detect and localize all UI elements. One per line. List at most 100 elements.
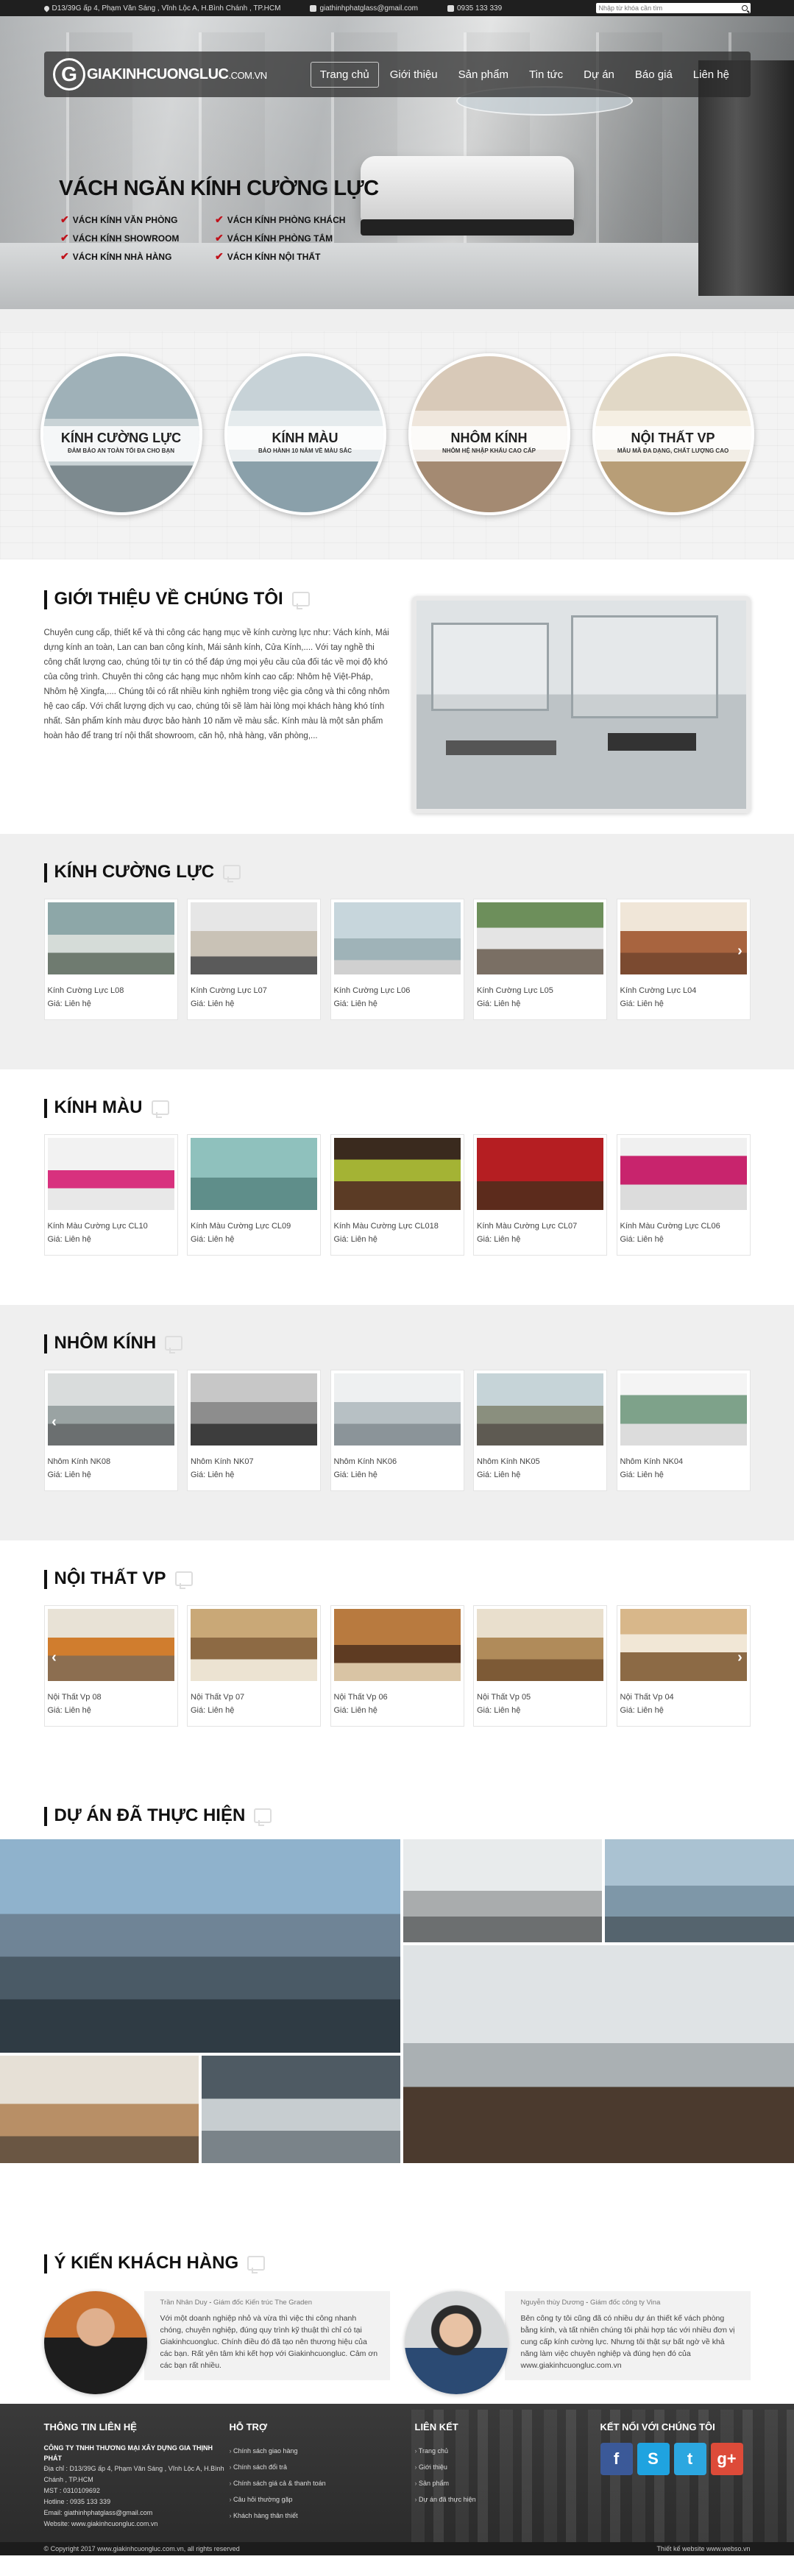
product-name[interactable]: Nội Thất Vp 05 (477, 1693, 606, 1702)
nav-projects[interactable]: Dự án (574, 62, 624, 88)
project-image[interactable] (202, 2056, 400, 2163)
product-image[interactable] (620, 1609, 747, 1681)
product-name[interactable]: Nội Thất Vp 04 (620, 1693, 750, 1702)
product-image[interactable] (47, 1609, 174, 1681)
product-name[interactable]: Kính Màu Cường Lực CL10 (48, 1222, 177, 1231)
product-card[interactable]: Nội Thất Vp 04 Giá: Liên hệ (616, 1605, 751, 1727)
product-name[interactable]: Kính Cường Lực L05 (477, 986, 606, 995)
footer-link[interactable]: Giới thiệu (415, 2459, 600, 2475)
google-plus-icon[interactable]: g+ (710, 2443, 743, 2475)
product-card[interactable]: Nhôm Kính NK04 Giá: Liên hệ (616, 1370, 751, 1491)
credit-link[interactable]: Thiết kế website www.webso.vn (656, 2545, 750, 2552)
product-card[interactable]: Kính Màu Cường Lực CL09 Giá: Liên hệ (187, 1134, 321, 1256)
project-image[interactable] (0, 1839, 400, 2053)
twitter-icon[interactable]: t (673, 2443, 706, 2475)
product-card[interactable]: Kính Cường Lực L06 Giá: Liên hệ (330, 899, 464, 1020)
product-image[interactable] (333, 1138, 461, 1210)
product-image[interactable] (333, 1373, 461, 1446)
footer-link[interactable]: Sản phẩm (415, 2475, 600, 2491)
product-card[interactable]: Nhôm Kính NK05 Giá: Liên hệ (473, 1370, 607, 1491)
product-name[interactable]: Nhôm Kính NK06 (334, 1457, 464, 1466)
product-card[interactable]: Kính Màu Cường Lực CL07 Giá: Liên hệ (473, 1134, 607, 1256)
product-image[interactable] (191, 902, 317, 974)
carousel-prev-icon[interactable]: ‹ (47, 1412, 62, 1432)
product-card[interactable]: Nhôm Kính NK07 Giá: Liên hệ (187, 1370, 321, 1491)
product-name[interactable]: Kính Màu Cường Lực CL09 (191, 1222, 320, 1231)
site-logo[interactable]: G GIAKINHCUONGLUC.COM.VN (53, 58, 267, 91)
phone-text[interactable]: 0935 133 339 (457, 4, 502, 13)
footer-hotline[interactable]: Hotline : 0935 133 339 (44, 2497, 230, 2508)
product-image[interactable] (47, 1373, 174, 1446)
product-card[interactable]: Nhôm Kính NK08 Giá: Liên hệ (43, 1370, 178, 1491)
product-image[interactable] (477, 1138, 603, 1210)
product-name[interactable]: Nội Thất Vp 08 (48, 1693, 177, 1702)
footer-website[interactable]: Website: www.giakinhcuongluc.com.vn (44, 2519, 230, 2530)
nav-about[interactable]: Giới thiệu (380, 62, 447, 88)
carousel-next-icon[interactable]: › (733, 941, 748, 960)
category-nhom-kinh[interactable]: NHÔM KÍNH NHÔM HỆ NHẬP KHẨU CAO CẤP (408, 353, 570, 515)
product-name[interactable]: Kính Cường Lực L07 (191, 986, 320, 995)
product-name[interactable]: Nội Thất Vp 07 (191, 1693, 320, 1702)
category-kinh-mau[interactable]: KÍNH MÀU BẢO HÀNH 10 NĂM VỀ MÀU SẮC (224, 353, 386, 515)
email-info[interactable]: giathinhphatglass@gmail.com (310, 4, 418, 13)
project-image[interactable] (0, 2056, 199, 2163)
nav-pricing[interactable]: Báo giá (625, 62, 682, 88)
nav-contact[interactable]: Liên hệ (684, 62, 739, 88)
product-name[interactable]: Kính Màu Cường Lực CL018 (334, 1222, 464, 1231)
project-image[interactable] (403, 1945, 794, 2163)
product-image[interactable] (477, 1373, 603, 1446)
product-card[interactable]: Kính Màu Cường Lực CL06 Giá: Liên hệ (616, 1134, 751, 1256)
product-image[interactable] (191, 1609, 317, 1681)
product-name[interactable]: Nhôm Kính NK07 (191, 1457, 320, 1466)
product-name[interactable]: Nội Thất Vp 06 (334, 1693, 464, 1702)
product-card[interactable]: Nội Thất Vp 07 Giá: Liên hệ (187, 1605, 321, 1727)
nav-products[interactable]: Sản phẩm (449, 62, 518, 88)
product-image[interactable] (191, 1373, 317, 1446)
product-image[interactable] (333, 902, 461, 974)
product-name[interactable]: Kính Cường Lực L06 (334, 986, 464, 995)
product-image[interactable] (191, 1138, 317, 1210)
footer-email[interactable]: Email: giathinhphatglass@gmail.com (44, 2508, 230, 2519)
product-image[interactable] (333, 1609, 461, 1681)
product-name[interactable]: Kính Cường Lực L08 (48, 986, 177, 995)
product-card[interactable]: Kính Cường Lực L05 Giá: Liên hệ (473, 899, 607, 1020)
product-image[interactable] (620, 1373, 747, 1446)
footer-link[interactable]: Trang chủ (415, 2443, 600, 2459)
product-name[interactable]: Nhôm Kính NK08 (48, 1457, 177, 1466)
product-card[interactable]: Kính Màu Cường Lực CL018 Giá: Liên hệ (330, 1134, 464, 1256)
skype-icon[interactable]: S (637, 2443, 670, 2475)
product-card[interactable]: Nội Thất Vp 05 Giá: Liên hệ (473, 1605, 607, 1727)
carousel-next-icon[interactable]: › (733, 1648, 748, 1667)
footer-link[interactable]: Chính sách đổi trả (230, 2459, 415, 2475)
product-image[interactable] (620, 1138, 747, 1210)
product-image[interactable] (620, 902, 747, 974)
product-card[interactable]: Kính Cường Lực L07 Giá: Liên hệ (187, 899, 321, 1020)
search-input[interactable] (598, 4, 735, 13)
footer-link[interactable]: Chính sách giao hàng (230, 2443, 415, 2459)
footer-link[interactable]: Chính sách giá cả & thanh toán (230, 2475, 415, 2491)
product-name[interactable]: Nhôm Kính NK04 (620, 1457, 750, 1466)
footer-link[interactable]: Khách hàng thân thiết (230, 2508, 415, 2524)
product-name[interactable]: Nhôm Kính NK05 (477, 1457, 606, 1466)
category-noi-that-vp[interactable]: NỘI THẤT VP MẪU MÃ ĐA DẠNG, CHẤT LƯỢNG CA… (592, 353, 754, 515)
category-kinh-cuong-luc[interactable]: KÍNH CƯỜNG LỰC ĐẢM BẢO AN TOÀN TỐI ĐA CHO… (40, 353, 202, 515)
product-card[interactable]: Kính Cường Lực L08 Giá: Liên hệ (43, 899, 178, 1020)
project-image[interactable] (605, 1839, 794, 1942)
carousel-prev-icon[interactable]: ‹ (47, 1648, 62, 1667)
nav-news[interactable]: Tin tức (520, 62, 573, 88)
product-card[interactable]: Nhôm Kính NK06 Giá: Liên hệ (330, 1370, 464, 1491)
product-card[interactable]: Kính Cường Lực L04 Giá: Liên hệ (616, 899, 751, 1020)
footer-link[interactable]: Dự án đã thực hiện (415, 2491, 600, 2508)
product-name[interactable]: Kính Cường Lực L04 (620, 986, 750, 995)
facebook-icon[interactable]: f (600, 2443, 633, 2475)
product-image[interactable] (47, 1138, 174, 1210)
product-name[interactable]: Kính Màu Cường Lực CL06 (620, 1222, 750, 1231)
product-name[interactable]: Kính Màu Cường Lực CL07 (477, 1222, 606, 1231)
product-image[interactable] (47, 902, 174, 974)
product-card[interactable]: Nội Thất Vp 06 Giá: Liên hệ (330, 1605, 464, 1727)
phone-info[interactable]: 0935 133 339 (447, 4, 502, 13)
footer-link[interactable]: Câu hỏi thường gặp (230, 2491, 415, 2508)
product-image[interactable] (477, 902, 603, 974)
product-image[interactable] (477, 1609, 603, 1681)
product-card[interactable]: Kính Màu Cường Lực CL10 Giá: Liên hệ (43, 1134, 178, 1256)
